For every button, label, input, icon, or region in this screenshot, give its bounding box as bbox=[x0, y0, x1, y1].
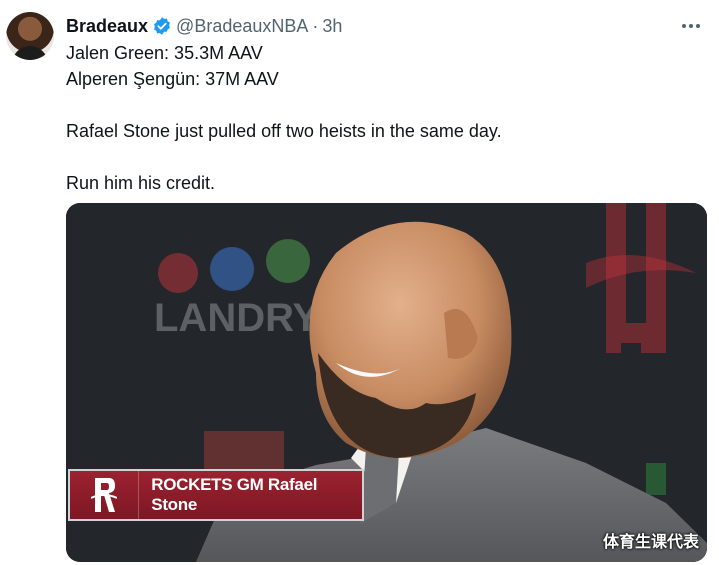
watermark-text: 体育生课代表 bbox=[602, 534, 699, 551]
tweet-line: Rafael Stone just pulled off two heists … bbox=[66, 121, 502, 141]
tweet-line: Alperen Şengün: 37M AAV bbox=[66, 69, 279, 89]
user-handle[interactable]: @BradeauxNBA bbox=[176, 16, 308, 37]
tweet-header: Bradeaux @BradeauxNBA · 3h bbox=[66, 14, 342, 38]
tweet-media-photo[interactable]: LANDRY ROCKETS GM Rafael Stone 体育生课代表 bbox=[66, 203, 707, 562]
tweet-text: Jalen Green: 35.3M AAV Alperen Şengün: 3… bbox=[66, 40, 686, 196]
tweet-line: Run him his credit. bbox=[66, 173, 216, 193]
separator-dot: · bbox=[312, 15, 319, 36]
verified-badge-icon bbox=[154, 17, 170, 35]
lower-third-caption: ROCKETS GM Rafael Stone bbox=[151, 475, 318, 514]
author-avatar[interactable] bbox=[6, 12, 54, 60]
timestamp[interactable]: 3h bbox=[322, 16, 342, 37]
more-icon[interactable] bbox=[679, 16, 703, 36]
lower-third-banner: ROCKETS GM Rafael Stone bbox=[68, 469, 364, 521]
display-name[interactable]: Bradeaux bbox=[66, 16, 148, 37]
rockets-logo-icon bbox=[70, 471, 140, 519]
tweet-line: Jalen Green: 35.3M AAV bbox=[66, 43, 263, 63]
backdrop-sponsor-text: LANDRY bbox=[154, 296, 319, 340]
